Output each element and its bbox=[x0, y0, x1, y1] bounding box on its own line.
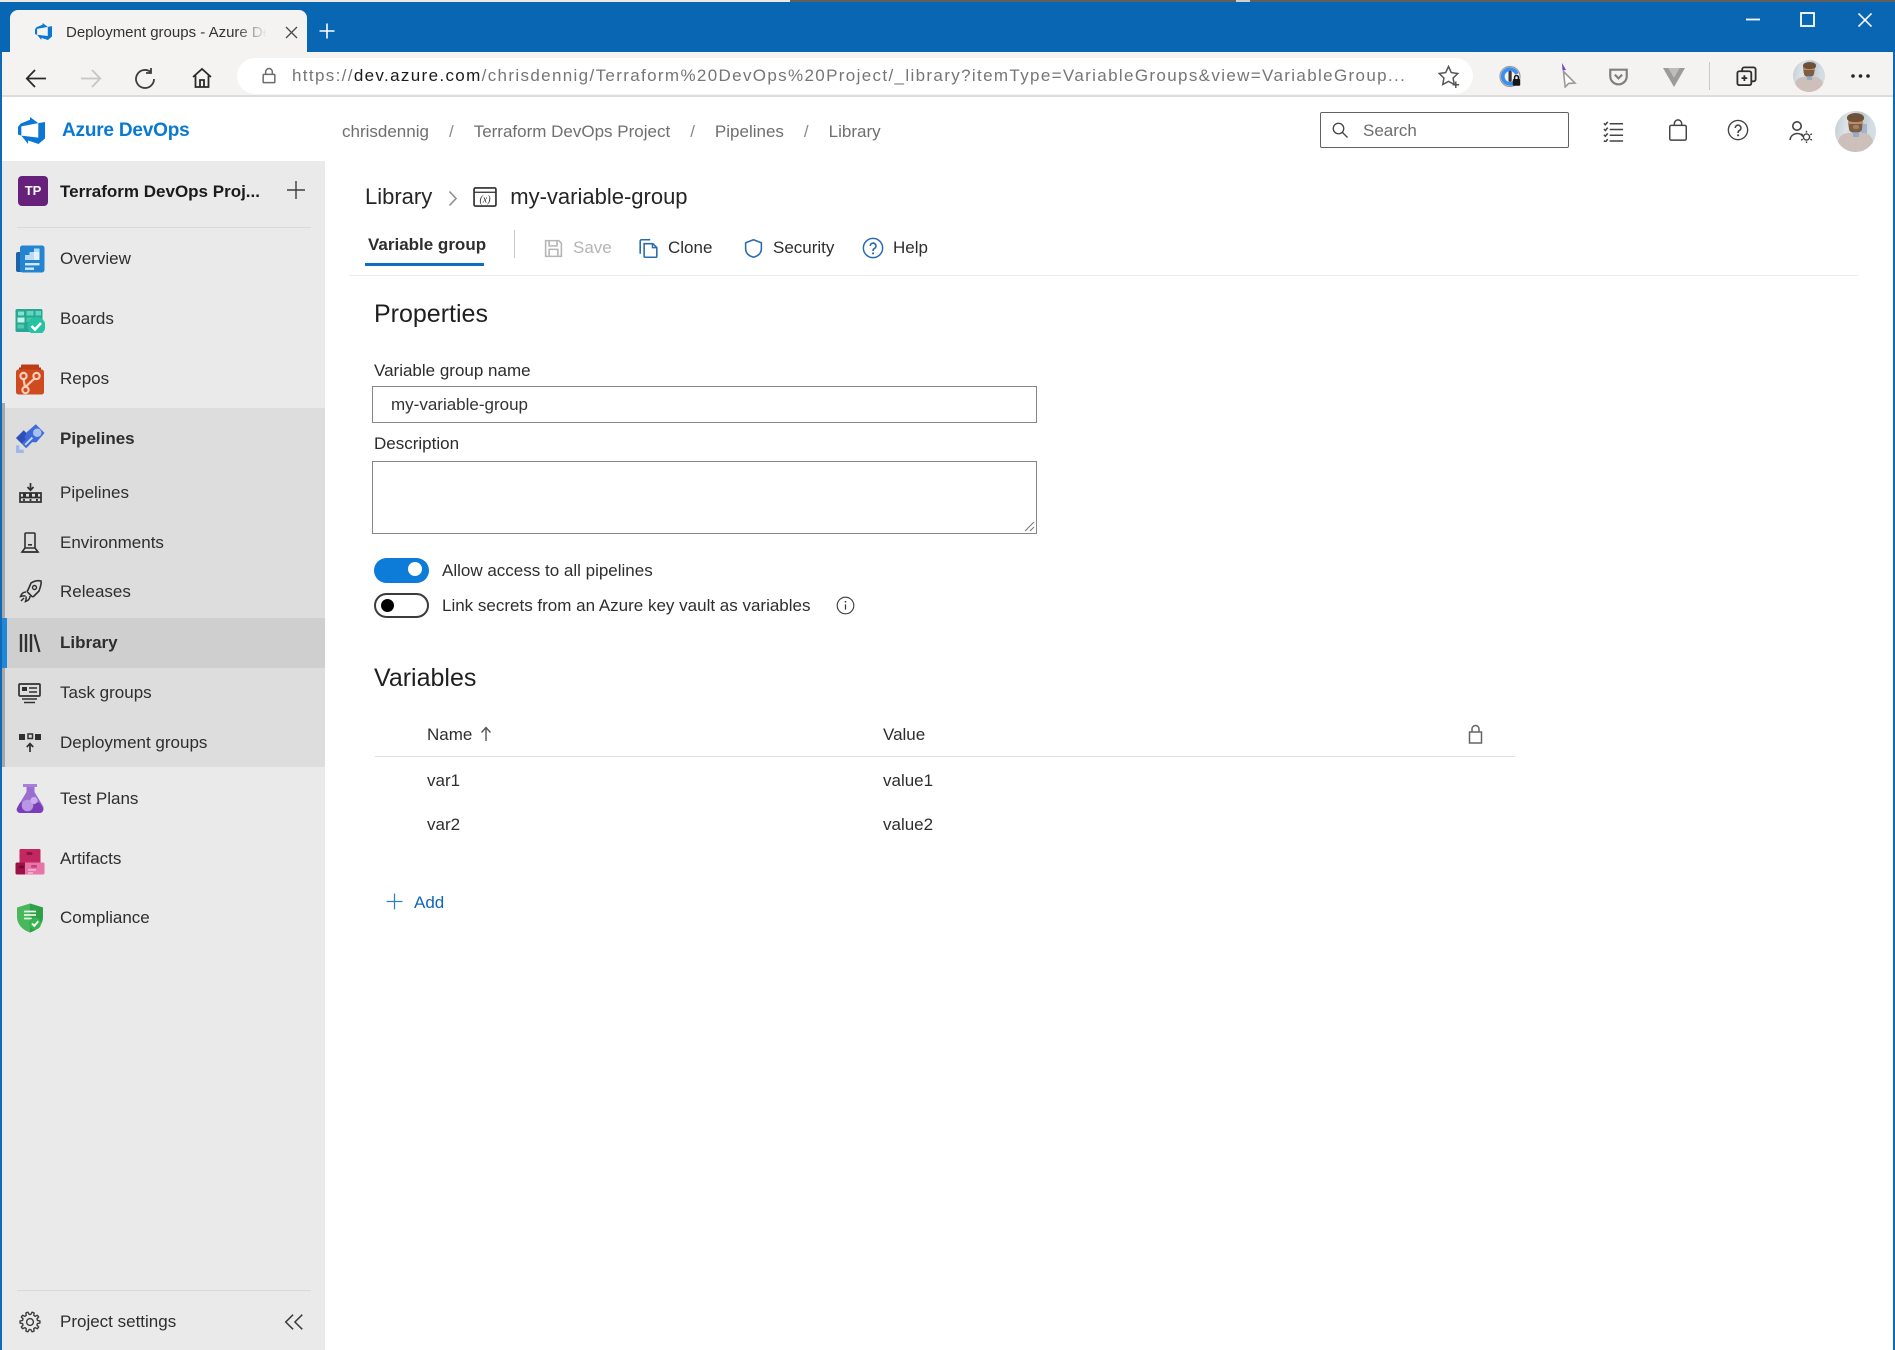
svg-text:(x): (x) bbox=[480, 195, 492, 206]
